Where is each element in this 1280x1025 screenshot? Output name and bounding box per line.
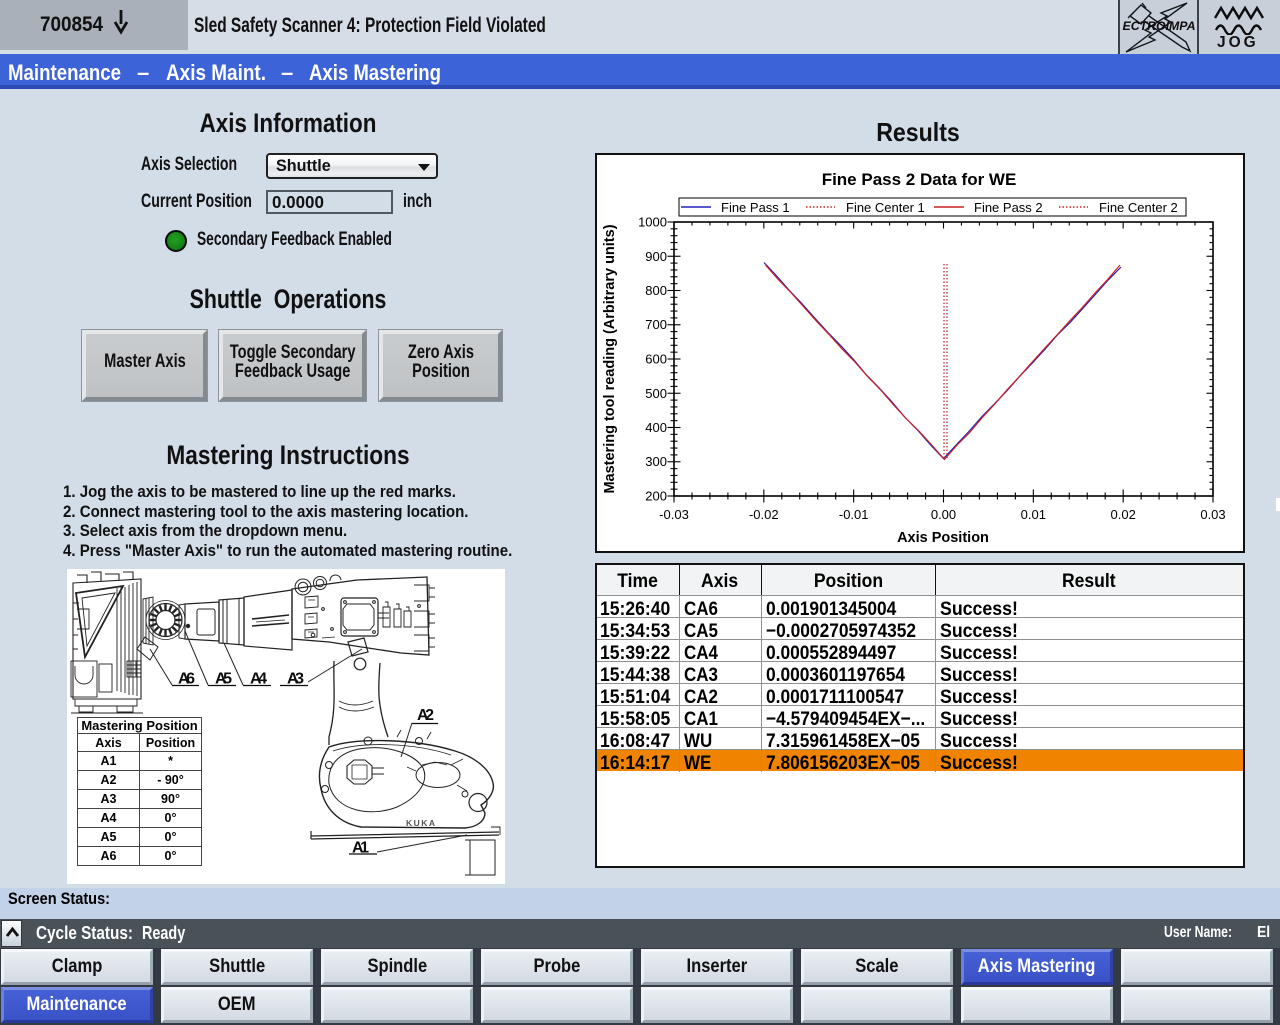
- svg-text:1000: 1000: [638, 215, 667, 230]
- svg-text:ECTROIMPA: ECTROIMPA: [1123, 21, 1196, 33]
- svg-text:Fine Center 2: Fine Center 2: [1099, 200, 1178, 215]
- svg-text:0.00: 0.00: [931, 507, 956, 522]
- svg-text:Mastering tool reading (Arbitr: Mastering tool reading (Arbitrary units): [602, 224, 618, 493]
- svg-text:-0.03: -0.03: [659, 507, 689, 522]
- svg-text:200: 200: [645, 489, 667, 504]
- svg-text:0.01: 0.01: [1021, 507, 1046, 522]
- svg-text:800: 800: [645, 283, 667, 298]
- svg-text:900: 900: [645, 249, 667, 264]
- svg-text:A2: A2: [417, 707, 434, 724]
- svg-text:-0.02: -0.02: [749, 507, 779, 522]
- svg-text:Fine Pass 1: Fine Pass 1: [721, 200, 790, 215]
- svg-text:Fine Pass 2: Fine Pass 2: [974, 200, 1043, 215]
- svg-text:KUKA: KUKA: [406, 818, 437, 828]
- svg-text:0.02: 0.02: [1111, 507, 1136, 522]
- svg-text:-0.01: -0.01: [839, 507, 869, 522]
- svg-text:500: 500: [645, 386, 667, 401]
- svg-text:0.03: 0.03: [1200, 507, 1225, 522]
- svg-text:Fine Center 1: Fine Center 1: [846, 200, 925, 215]
- svg-text:600: 600: [645, 352, 667, 367]
- svg-text:400: 400: [645, 420, 667, 435]
- svg-text:700: 700: [645, 317, 667, 332]
- svg-text:Fine Pass 2 Data for WE: Fine Pass 2 Data for WE: [822, 170, 1017, 189]
- svg-text:300: 300: [645, 454, 667, 469]
- svg-text:Axis Position: Axis Position: [897, 530, 989, 546]
